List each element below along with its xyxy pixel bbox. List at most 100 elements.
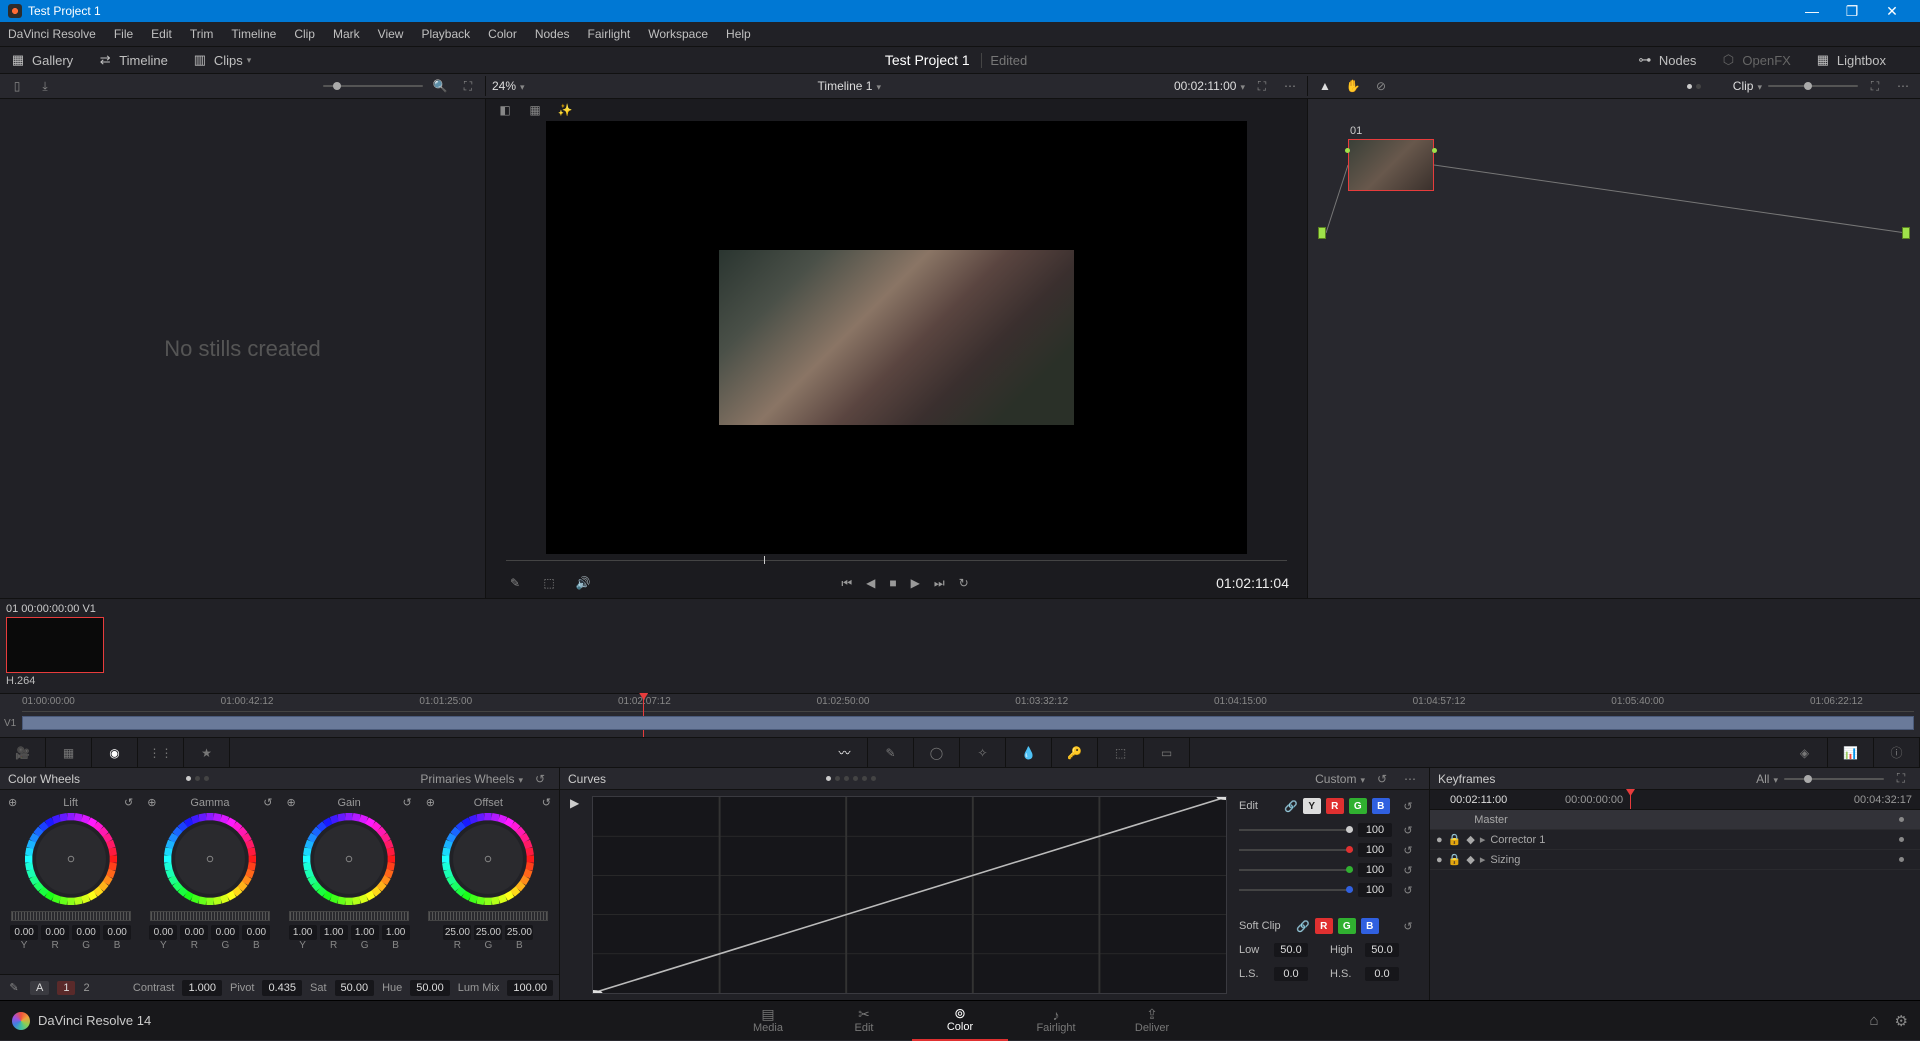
lightbox-toggle[interactable]: ▦Lightbox: [1815, 53, 1886, 68]
chan-b[interactable]: B: [1372, 798, 1390, 814]
scopes-icon[interactable]: 📊: [1828, 738, 1874, 768]
contrast-value[interactable]: 1.000: [182, 980, 222, 996]
mini-timeline-ruler[interactable]: 01:00:00:0001:00:42:1201:01:25:0001:02:0…: [22, 694, 1914, 712]
lock-icon[interactable]: 🔒: [1448, 833, 1462, 846]
window-icon[interactable]: ◯: [914, 738, 960, 768]
nodes-toggle[interactable]: ⊶Nodes: [1637, 53, 1697, 68]
curve-intensity-value[interactable]: 100: [1358, 883, 1392, 897]
sizing-icon[interactable]: ⬚: [1098, 738, 1144, 768]
page-tab-edit[interactable]: ✂Edit: [816, 1001, 912, 1041]
menu-workspace[interactable]: Workspace: [648, 27, 708, 41]
tracker-icon[interactable]: ✧: [960, 738, 1006, 768]
softclip-link-icon[interactable]: 🔗: [1296, 920, 1310, 933]
hand-icon[interactable]: ✋: [1342, 76, 1364, 96]
wheel-reset-icon[interactable]: ↺: [124, 796, 133, 809]
wheel-lift[interactable]: ⊕Lift↺ 0.000.000.000.00 YRGB: [4, 796, 137, 968]
wheels-reset-icon[interactable]: ↺: [529, 769, 551, 789]
chan-y[interactable]: Y: [1303, 798, 1321, 814]
wheel-gain[interactable]: ⊕Gain↺ 1.001.001.001.00 YRGB: [283, 796, 416, 968]
project-settings-icon[interactable]: ⚙: [1895, 1012, 1908, 1030]
viewer-split-icon[interactable]: ◧: [494, 100, 516, 120]
mini-timeline[interactable]: 01:00:00:0001:00:42:1201:01:25:0001:02:0…: [0, 694, 1920, 738]
mute-icon[interactable]: 🔊: [572, 573, 594, 593]
wheel-reset-icon[interactable]: ↺: [403, 796, 412, 809]
transport-stop[interactable]: ■: [889, 576, 896, 591]
wheel-value[interactable]: 25.00: [443, 925, 471, 940]
wheel-jog[interactable]: [289, 911, 409, 921]
high-value[interactable]: 50.0: [1365, 943, 1399, 957]
transport-last[interactable]: ⏭: [934, 576, 945, 591]
curve-intensity-slider[interactable]: [1239, 849, 1353, 851]
curve-row-reset-icon[interactable]: ↺: [1397, 860, 1419, 880]
menu-nodes[interactable]: Nodes: [535, 27, 570, 41]
transport-prev[interactable]: ◀: [866, 576, 875, 591]
node-output[interactable]: [1902, 227, 1910, 239]
lummix-value[interactable]: 100.00: [507, 980, 553, 996]
wheel-value[interactable]: 25.00: [474, 925, 502, 940]
clips-toggle[interactable]: ▥Clips: [192, 53, 251, 68]
adj-a[interactable]: A: [30, 981, 49, 995]
lock-icon-2[interactable]: 🔒: [1448, 853, 1462, 866]
disable-icon[interactable]: ⊘: [1370, 76, 1392, 96]
wheels-page-dots[interactable]: [186, 776, 209, 781]
timeline-toggle[interactable]: ⇄Timeline: [97, 53, 168, 68]
flag-icon[interactable]: ⬚: [538, 573, 560, 593]
wheel-picker-icon[interactable]: ⊕: [147, 796, 156, 809]
kf-row-corrector[interactable]: ●🔒◆▸ Corrector 1: [1430, 830, 1920, 850]
sc-chan-g[interactable]: G: [1338, 918, 1356, 934]
softclip-reset-icon[interactable]: ↺: [1397, 916, 1419, 936]
link-icon[interactable]: 🔗: [1284, 800, 1298, 813]
curve-intensity-value[interactable]: 100: [1358, 863, 1392, 877]
gallery-export-icon[interactable]: ⤓: [34, 76, 56, 96]
motion-effects-icon[interactable]: ★: [184, 738, 230, 768]
home-icon[interactable]: ⌂: [1869, 1012, 1878, 1030]
kf-zoom-slider[interactable]: [1784, 778, 1884, 780]
node-graph[interactable]: 01: [1308, 99, 1920, 598]
curves-reset-icon[interactable]: ↺: [1371, 769, 1393, 789]
wheel-gamma[interactable]: ⊕Gamma↺ 0.000.000.000.00 YRGB: [143, 796, 276, 968]
wheel-value[interactable]: 0.00: [149, 925, 177, 940]
transport-play[interactable]: ▶: [911, 576, 920, 591]
rgb-mixer-icon[interactable]: ⋮⋮: [138, 738, 184, 768]
curve-intensity-slider[interactable]: [1239, 889, 1353, 891]
gallery-sidebar-icon[interactable]: ▯: [6, 76, 28, 96]
menu-file[interactable]: File: [114, 27, 133, 41]
adj-2[interactable]: 2: [83, 982, 89, 994]
low-value[interactable]: 50.0: [1274, 943, 1308, 957]
wheel-reset-icon[interactable]: ↺: [542, 796, 551, 809]
3d-icon[interactable]: ▭: [1144, 738, 1190, 768]
wheel-jog[interactable]: [11, 911, 131, 921]
wheel-value[interactable]: 25.00: [505, 925, 533, 940]
pointer-icon[interactable]: ▲: [1314, 76, 1336, 96]
kf-expand-icon[interactable]: ⛶: [1890, 769, 1912, 789]
chan-g[interactable]: G: [1349, 798, 1367, 814]
openfx-toggle[interactable]: ⬡OpenFX: [1720, 53, 1790, 68]
info-icon[interactable]: ⓘ: [1874, 738, 1920, 768]
wheel-value[interactable]: 1.00: [382, 925, 410, 940]
sat-value[interactable]: 50.00: [335, 980, 375, 996]
primaries-icon[interactable]: ◉: [92, 738, 138, 768]
page-tab-color[interactable]: ⊚Color: [912, 1001, 1008, 1041]
kf-all[interactable]: All: [1756, 772, 1778, 786]
viewer-expand-icon[interactable]: ⛶: [1251, 76, 1273, 96]
transport-loop[interactable]: ↻: [959, 576, 969, 591]
menu-timeline[interactable]: Timeline: [231, 27, 276, 41]
menu-trim[interactable]: Trim: [190, 27, 214, 41]
wheel-value[interactable]: 0.00: [10, 925, 38, 940]
menu-help[interactable]: Help: [726, 27, 751, 41]
wheel-value[interactable]: 1.00: [320, 925, 348, 940]
wheel-value[interactable]: 1.00: [351, 925, 379, 940]
wheel-value[interactable]: 0.00: [103, 925, 131, 940]
menu-app[interactable]: DaVinci Resolve: [8, 27, 96, 41]
node-options-icon[interactable]: ⋯: [1892, 76, 1914, 96]
camera-raw-icon[interactable]: 🎥: [0, 738, 46, 768]
curves-mode[interactable]: Custom: [1315, 772, 1365, 786]
gallery-toggle[interactable]: ▦Gallery: [10, 53, 73, 68]
key-icon[interactable]: 🔑: [1052, 738, 1098, 768]
page-tab-media[interactable]: ▤Media: [720, 1001, 816, 1041]
menu-clip[interactable]: Clip: [294, 27, 315, 41]
hs-value[interactable]: 0.0: [1365, 967, 1399, 981]
kf-row-sizing[interactable]: ●🔒◆▸ Sizing: [1430, 850, 1920, 870]
viewer-zoom[interactable]: 24%: [492, 79, 525, 93]
clip-card[interactable]: 01 00:00:00:00 V1 H.264: [6, 603, 106, 689]
